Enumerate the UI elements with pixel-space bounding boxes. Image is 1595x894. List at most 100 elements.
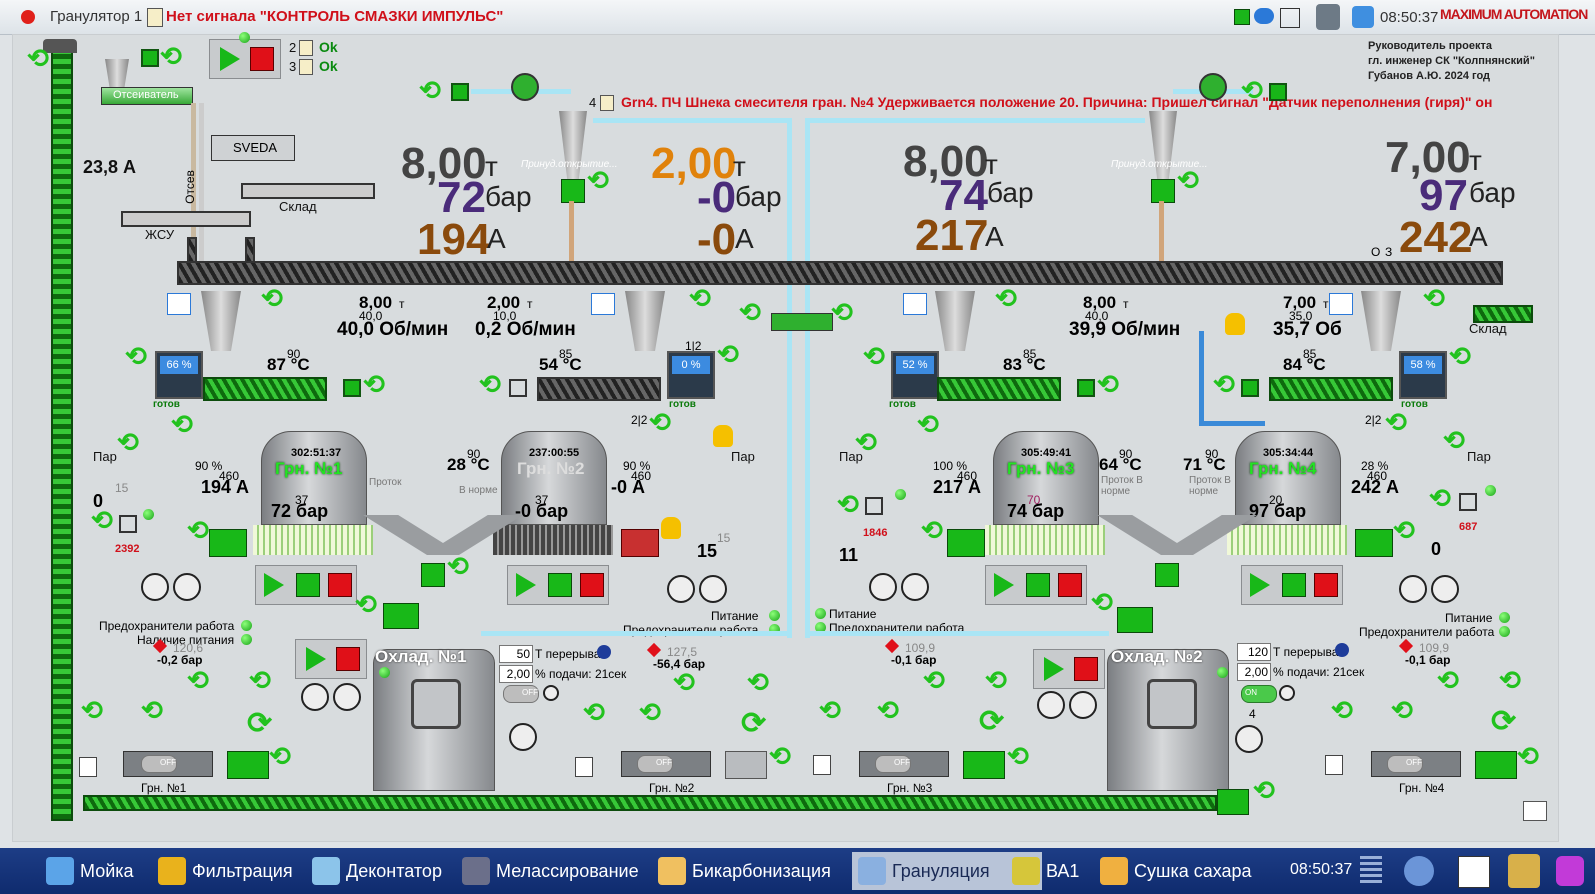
refresh-icon[interactable]: ⟳ (979, 707, 1004, 737)
main-motor[interactable] (1355, 529, 1393, 557)
refresh-icon[interactable]: ⟲ (160, 43, 182, 69)
fan-motor[interactable] (1475, 751, 1517, 779)
refresh-icon[interactable]: ⟲ (747, 669, 769, 695)
feeder-body[interactable] (935, 291, 975, 351)
stop-button[interactable] (580, 573, 604, 597)
stop-button[interactable] (336, 647, 360, 671)
checkbox-icon[interactable] (119, 515, 137, 533)
conditioner-screw[interactable] (537, 377, 661, 401)
refresh-icon[interactable]: ⟲ (819, 697, 841, 723)
refresh-icon[interactable]: ⟲ (363, 371, 385, 397)
refresh-icon[interactable]: ⟲ (125, 343, 147, 369)
refresh-icon[interactable]: ⟲ (479, 371, 501, 397)
refresh-icon[interactable]: ⟲ (1007, 743, 1029, 769)
start-button[interactable] (1044, 657, 1064, 681)
trend-icon[interactable] (167, 293, 191, 315)
start-button[interactable] (264, 573, 284, 597)
operator-icon[interactable] (1316, 4, 1340, 30)
refresh-icon[interactable]: ⟲ (673, 669, 695, 695)
refresh-icon[interactable]: ⟳ (741, 709, 766, 739)
doc-icon[interactable] (600, 95, 614, 111)
refresh-icon[interactable]: ⟲ (27, 45, 49, 71)
refresh-icon[interactable]: ⟲ (447, 553, 469, 579)
bucket-elevator[interactable] (51, 45, 73, 821)
trend-icon[interactable] (591, 293, 615, 315)
trend-icon[interactable] (903, 293, 927, 315)
mode-toggle[interactable]: OFF (637, 755, 673, 773)
refresh-icon[interactable]: ⟲ (739, 299, 761, 325)
refresh-icon[interactable]: ⟲ (1517, 743, 1539, 769)
refresh-icon[interactable]: ⟲ (1091, 589, 1113, 615)
refresh-icon[interactable]: ⟲ (1331, 697, 1353, 723)
stop-green-button[interactable] (1026, 573, 1050, 597)
hand-icon[interactable] (713, 425, 733, 447)
start-button[interactable] (220, 47, 240, 71)
conditioner-screw[interactable] (1269, 377, 1393, 401)
tab-sugar-drying[interactable]: Сушка сахара (1094, 852, 1300, 890)
conditioner-screw[interactable] (937, 377, 1061, 401)
dosing-monitor[interactable]: 0 % (667, 351, 715, 399)
fan-motor[interactable] (725, 751, 767, 779)
doc-icon[interactable] (299, 59, 313, 75)
event-ticker[interactable]: Grn4. ПЧ Шнека смесителя гран. №4 Удержи… (621, 94, 1551, 110)
refresh-icon[interactable]: ⟲ (1097, 371, 1119, 397)
checkbox-icon[interactable] (865, 497, 883, 515)
cooler-motor[interactable] (383, 603, 419, 629)
feeder-body[interactable] (625, 291, 665, 351)
refresh-icon[interactable]: ⟲ (769, 743, 791, 769)
doc-icon[interactable] (299, 40, 313, 56)
conditioner-screw[interactable] (203, 377, 327, 401)
refresh-icon[interactable]: ⟲ (269, 743, 291, 769)
list-icon[interactable] (79, 757, 97, 777)
refresh-icon[interactable]: ⟲ (1253, 777, 1275, 803)
refresh-icon[interactable]: ⟲ (355, 591, 377, 617)
main-motor[interactable] (621, 529, 659, 557)
touch-icon[interactable] (1556, 856, 1584, 886)
refresh-icon[interactable]: ⟲ (1449, 343, 1471, 369)
refresh-icon[interactable]: ⟲ (717, 341, 739, 367)
rotary-valve-icon[interactable] (511, 73, 539, 101)
checkbox-icon[interactable] (1459, 493, 1477, 511)
zhsu-conveyor[interactable] (121, 211, 251, 227)
stop-green-button[interactable] (296, 573, 320, 597)
settings-corner-icon[interactable] (1523, 801, 1547, 821)
feed-input[interactable]: 2,00 (1237, 663, 1271, 681)
conveyor-motor[interactable] (1217, 789, 1249, 815)
gate-valve[interactable] (561, 179, 585, 203)
refresh-icon[interactable]: ⟲ (877, 697, 899, 723)
refresh-icon[interactable]: ⟲ (1391, 697, 1413, 723)
refresh-icon[interactable]: ⟲ (1429, 485, 1451, 511)
valve-pair[interactable] (771, 313, 833, 331)
gate-valve[interactable] (1155, 563, 1179, 587)
engineer-icon[interactable] (1508, 854, 1540, 888)
stop-green-button[interactable] (548, 573, 572, 597)
mode-toggle[interactable]: ON (1241, 685, 1277, 703)
trend-chart-icon[interactable] (1458, 856, 1490, 888)
refresh-icon[interactable]: ⟲ (1213, 371, 1235, 397)
mode-toggle[interactable]: OFF (503, 685, 539, 703)
refresh-icon[interactable]: ⟳ (247, 709, 272, 739)
feed-input[interactable]: 2,00 (499, 665, 533, 683)
refresh-icon[interactable]: ⟲ (1385, 409, 1407, 435)
info-icon[interactable] (1335, 643, 1349, 657)
refresh-icon[interactable]: ⟲ (837, 491, 859, 517)
alarm-diamond-icon[interactable] (884, 638, 900, 654)
checkbox-icon[interactable] (509, 379, 527, 397)
alarm-message[interactable]: Нет сигнала "КОНТРОЛЬ СМАЗКИ ИМПУЛЬС" (166, 8, 503, 25)
refresh-icon[interactable]: ⟲ (649, 409, 671, 435)
dosing-monitor[interactable]: 58 % (1399, 351, 1447, 399)
gate-valve[interactable] (1151, 179, 1175, 203)
refresh-icon[interactable]: ⟲ (1393, 517, 1415, 543)
mode-toggle[interactable]: OFF (141, 755, 177, 773)
network-icon[interactable] (1280, 8, 1300, 28)
main-motor[interactable] (209, 529, 247, 557)
refresh-icon[interactable]: ⟲ (1443, 427, 1465, 453)
refresh-icon[interactable]: ⟲ (921, 517, 943, 543)
refresh-icon[interactable]: ⟲ (91, 507, 113, 533)
gate-valve[interactable] (421, 563, 445, 587)
stop-button[interactable] (1058, 573, 1082, 597)
start-button[interactable] (994, 573, 1014, 597)
refresh-icon[interactable]: ⟲ (1423, 285, 1445, 311)
start-button[interactable] (516, 573, 536, 597)
dosing-monitor[interactable]: 66 % (155, 351, 203, 399)
